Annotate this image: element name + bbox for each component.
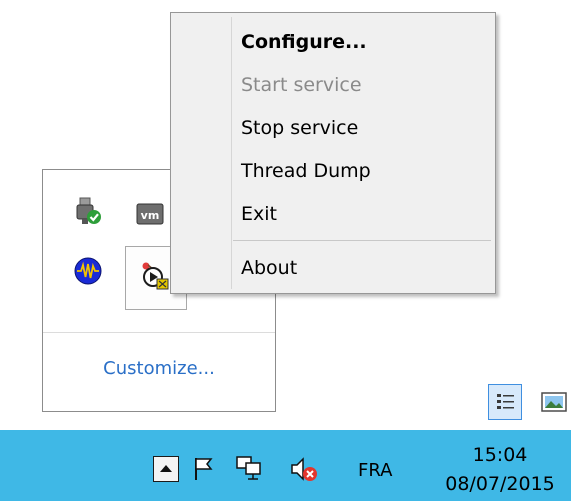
menu-item-thread-dump[interactable]: Thread Dump: [235, 152, 487, 190]
action-center-flag-icon[interactable]: [193, 456, 215, 482]
network-icon[interactable]: [235, 454, 263, 482]
clock-time[interactable]: 15:04: [440, 444, 560, 466]
menu-separator: [233, 240, 491, 241]
menu-icon-gutter: [231, 17, 232, 289]
taskbar: FRA 15:04 08/07/2015: [0, 430, 571, 501]
flyout-divider: [43, 332, 275, 333]
waveform-icon[interactable]: [73, 256, 103, 286]
menu-item-configure[interactable]: Configure...: [235, 23, 487, 61]
volume-muted-icon[interactable]: [289, 454, 319, 484]
usb-device-icon[interactable]: [73, 196, 103, 226]
language-indicator[interactable]: FRA: [358, 460, 392, 481]
context-menu: Configure... Start service Stop service …: [170, 12, 496, 294]
details-view-button[interactable]: [488, 384, 522, 420]
details-list-icon: [497, 394, 514, 409]
preview-view-button[interactable]: [537, 384, 571, 420]
menu-item-exit[interactable]: Exit: [235, 195, 487, 233]
service-app-icon[interactable]: [140, 261, 170, 291]
menu-item-stop-service[interactable]: Stop service: [235, 109, 487, 147]
svg-text:vm: vm: [141, 209, 160, 222]
menu-item-start-service: Start service: [241, 74, 362, 96]
picture-icon: [541, 392, 567, 412]
clock-date[interactable]: 08/07/2015: [440, 473, 560, 495]
vmware-icon[interactable]: vm: [135, 200, 165, 230]
customize-link[interactable]: Customize...: [43, 358, 275, 379]
menu-item-about[interactable]: About: [235, 249, 487, 287]
show-hidden-icons-button[interactable]: [153, 456, 179, 482]
chevron-up-icon: [160, 465, 172, 472]
